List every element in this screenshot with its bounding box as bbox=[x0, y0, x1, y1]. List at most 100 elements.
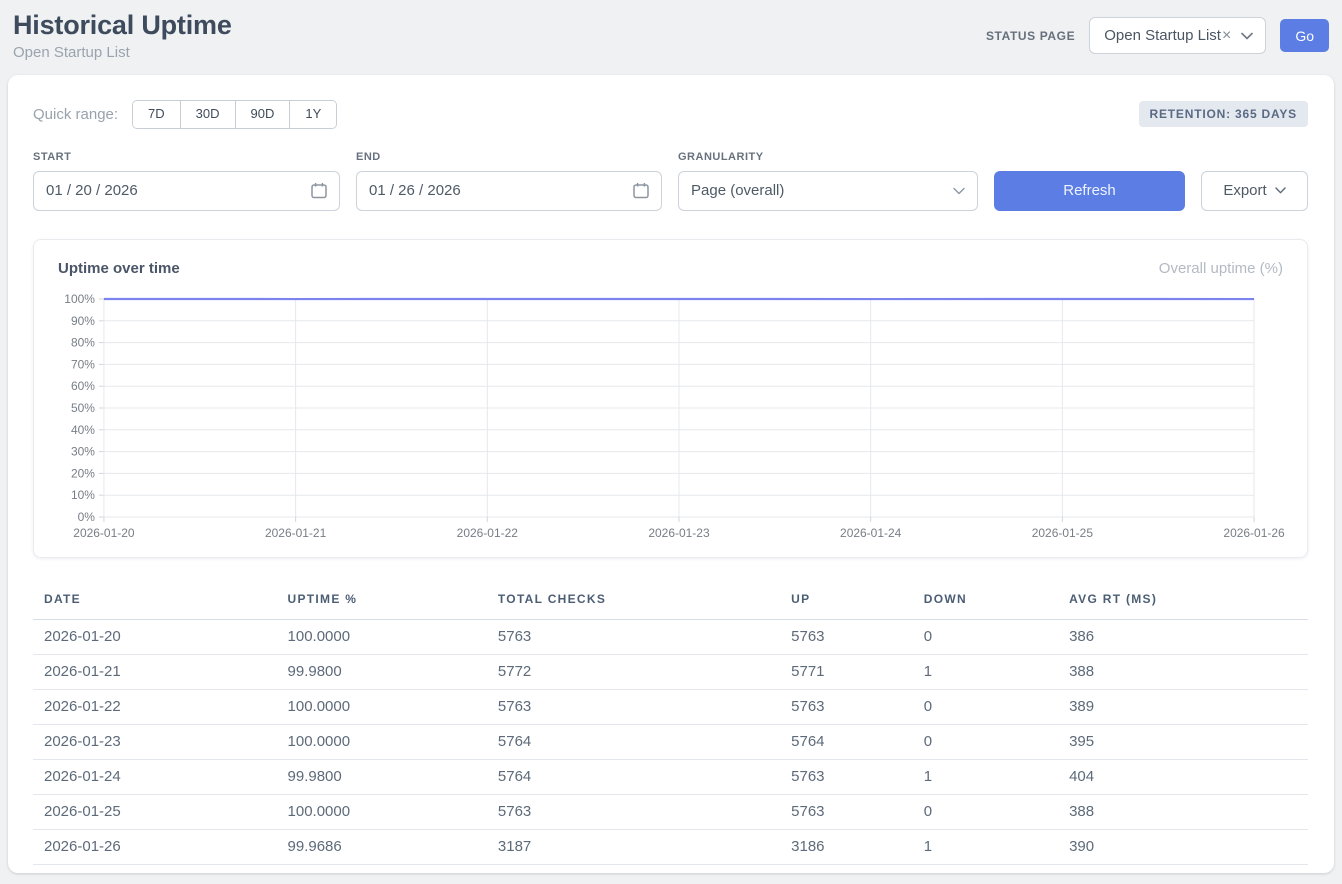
table-row: 2026-01-25100.0000576357630388 bbox=[33, 794, 1308, 829]
go-button[interactable]: Go bbox=[1280, 19, 1329, 52]
table-row: 2026-01-2199.9800577257711388 bbox=[33, 654, 1308, 689]
table-row: 2026-01-2699.9686318731861390 bbox=[33, 829, 1308, 864]
table-row: 2026-01-22100.0000576357630389 bbox=[33, 689, 1308, 724]
table-cell: 389 bbox=[1058, 689, 1308, 724]
svg-text:20%: 20% bbox=[71, 466, 95, 480]
granularity-select[interactable]: Page (overall) bbox=[678, 171, 978, 211]
start-date-input[interactable]: 01 / 20 / 2026 bbox=[33, 171, 340, 211]
table-cell: 99.9686 bbox=[277, 829, 487, 864]
topbar: Historical Uptime Open Startup List STAT… bbox=[0, 0, 1342, 75]
table-cell: 100.0000 bbox=[277, 689, 487, 724]
end-date-value: 01 / 26 / 2026 bbox=[369, 182, 461, 199]
table-row: 2026-01-23100.0000576457640395 bbox=[33, 724, 1308, 759]
topbar-right: STATUS PAGE Open Startup List × Go bbox=[986, 17, 1329, 54]
svg-text:40%: 40% bbox=[71, 423, 95, 437]
title-block: Historical Uptime Open Startup List bbox=[13, 10, 232, 61]
quick-range-7d-button[interactable]: 7D bbox=[133, 101, 181, 128]
table-cell: 5771 bbox=[780, 654, 913, 689]
refresh-button[interactable]: Refresh bbox=[994, 171, 1185, 211]
table-cell: 5763 bbox=[487, 794, 780, 829]
calendar-icon[interactable] bbox=[311, 182, 327, 199]
table-cell: 2026-01-24 bbox=[33, 759, 277, 794]
svg-text:2026-01-20: 2026-01-20 bbox=[73, 526, 135, 540]
chart-legend: Overall uptime (%) bbox=[1159, 260, 1283, 277]
svg-text:0%: 0% bbox=[78, 510, 96, 524]
granularity-value: Page (overall) bbox=[691, 182, 784, 199]
chart-title: Uptime over time bbox=[58, 260, 180, 277]
quick-range-1y-button[interactable]: 1Y bbox=[290, 101, 336, 128]
svg-text:60%: 60% bbox=[71, 379, 95, 393]
uptime-table: DATEUPTIME %TOTAL CHECKSUPDOWNAVG RT (MS… bbox=[33, 582, 1308, 865]
chevron-down-icon bbox=[1275, 187, 1286, 194]
table-cell: 2026-01-26 bbox=[33, 829, 277, 864]
page-subtitle: Open Startup List bbox=[13, 44, 232, 61]
quick-range-label: Quick range: bbox=[33, 106, 118, 123]
chart-header: Uptime over time Overall uptime (%) bbox=[58, 260, 1283, 277]
svg-text:100%: 100% bbox=[64, 292, 95, 306]
quick-range-group: 7D30D90D1Y bbox=[132, 100, 337, 129]
table-cell: 5764 bbox=[780, 724, 913, 759]
chevron-down-icon bbox=[953, 187, 965, 195]
quick-range-row: Quick range: 7D30D90D1Y RETENTION: 365 D… bbox=[33, 100, 1308, 129]
start-date-label: START bbox=[33, 151, 340, 163]
status-page-select[interactable]: Open Startup List × bbox=[1089, 17, 1266, 54]
filters-row: START 01 / 20 / 2026 END 01 / 26 / 2026 bbox=[33, 151, 1308, 211]
svg-text:2026-01-22: 2026-01-22 bbox=[457, 526, 519, 540]
table-cell: 2026-01-23 bbox=[33, 724, 277, 759]
table-body: 2026-01-20100.00005763576303862026-01-21… bbox=[33, 619, 1308, 864]
table-cell: 2026-01-22 bbox=[33, 689, 277, 724]
table-cell: 5763 bbox=[780, 689, 913, 724]
table-cell: 0 bbox=[913, 689, 1058, 724]
page-title: Historical Uptime bbox=[13, 10, 232, 41]
table-cell: 386 bbox=[1058, 619, 1308, 654]
table-cell: 5763 bbox=[780, 619, 913, 654]
historical-uptime-page: Historical Uptime Open Startup List STAT… bbox=[0, 0, 1342, 873]
uptime-line-chart: 0%10%20%30%40%50%60%70%80%90%100%2026-01… bbox=[58, 289, 1283, 545]
column-header-4: DOWN bbox=[913, 582, 1058, 620]
end-date-input[interactable]: 01 / 26 / 2026 bbox=[356, 171, 662, 211]
column-header-1: UPTIME % bbox=[277, 582, 487, 620]
table-cell: 5764 bbox=[487, 759, 780, 794]
calendar-icon[interactable] bbox=[633, 182, 649, 199]
svg-text:50%: 50% bbox=[71, 401, 95, 415]
table-cell: 5764 bbox=[487, 724, 780, 759]
retention-badge: RETENTION: 365 DAYS bbox=[1139, 101, 1308, 127]
end-date-field: END 01 / 26 / 2026 bbox=[356, 151, 662, 211]
quick-range-90d-button[interactable]: 90D bbox=[236, 101, 291, 128]
status-page-label: STATUS PAGE bbox=[986, 29, 1075, 43]
quick-range-30d-button[interactable]: 30D bbox=[181, 101, 236, 128]
svg-text:10%: 10% bbox=[71, 488, 95, 502]
svg-text:2026-01-24: 2026-01-24 bbox=[840, 526, 902, 540]
table-cell: 5763 bbox=[780, 794, 913, 829]
table-cell: 5763 bbox=[487, 619, 780, 654]
table-cell: 5772 bbox=[487, 654, 780, 689]
table-cell: 2026-01-21 bbox=[33, 654, 277, 689]
svg-text:30%: 30% bbox=[71, 444, 95, 458]
column-header-5: AVG RT (MS) bbox=[1058, 582, 1308, 620]
table-cell: 1 bbox=[913, 829, 1058, 864]
start-date-value: 01 / 20 / 2026 bbox=[46, 182, 138, 199]
svg-text:2026-01-26: 2026-01-26 bbox=[1223, 526, 1285, 540]
status-page-select-value: Open Startup List bbox=[1104, 27, 1221, 44]
table-cell: 1 bbox=[913, 654, 1058, 689]
export-button[interactable]: Export bbox=[1201, 171, 1308, 211]
table-cell: 1 bbox=[913, 759, 1058, 794]
granularity-label: GRANULARITY bbox=[678, 151, 978, 163]
clear-selection-icon[interactable]: × bbox=[1222, 28, 1231, 44]
table-cell: 3187 bbox=[487, 829, 780, 864]
table-cell: 395 bbox=[1058, 724, 1308, 759]
main-panel: Quick range: 7D30D90D1Y RETENTION: 365 D… bbox=[8, 75, 1334, 873]
column-header-2: TOTAL CHECKS bbox=[487, 582, 780, 620]
svg-text:90%: 90% bbox=[71, 314, 95, 328]
table-cell: 5763 bbox=[487, 689, 780, 724]
table-cell: 388 bbox=[1058, 654, 1308, 689]
table-row: 2026-01-2499.9800576457631404 bbox=[33, 759, 1308, 794]
svg-text:2026-01-21: 2026-01-21 bbox=[265, 526, 327, 540]
table-cell: 100.0000 bbox=[277, 619, 487, 654]
table-row: 2026-01-20100.0000576357630386 bbox=[33, 619, 1308, 654]
export-button-label: Export bbox=[1223, 182, 1266, 199]
table-cell: 0 bbox=[913, 619, 1058, 654]
table-cell: 5763 bbox=[780, 759, 913, 794]
column-header-0: DATE bbox=[33, 582, 277, 620]
table-cell: 0 bbox=[913, 794, 1058, 829]
